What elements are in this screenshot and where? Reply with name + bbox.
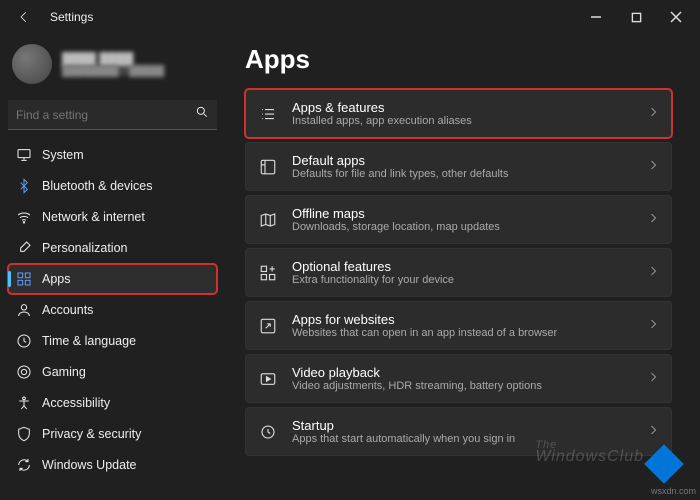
card-title: Default apps [292, 153, 508, 168]
attribution: wsxdn.com [651, 486, 696, 496]
maximize-button[interactable] [616, 3, 656, 31]
card-title: Apps & features [292, 100, 472, 115]
card-title: Optional features [292, 259, 454, 274]
page-heading: Apps [245, 44, 672, 75]
back-button[interactable] [10, 3, 38, 31]
sidebar-item-label: Personalization [42, 241, 127, 255]
chevron-right-icon [647, 158, 659, 176]
sidebar-item-accounts[interactable]: Accounts [8, 295, 217, 325]
close-button[interactable] [656, 3, 696, 31]
card-optional-features[interactable]: Optional featuresExtra functionality for… [245, 248, 672, 297]
gaming-icon [16, 364, 32, 380]
sidebar-item-label: System [42, 148, 84, 162]
sidebar-item-label: Accessibility [42, 396, 110, 410]
card-title: Offline maps [292, 206, 500, 221]
card-sub: Defaults for file and link types, other … [292, 168, 508, 180]
card-video-playback[interactable]: Video playbackVideo adjustments, HDR str… [245, 354, 672, 403]
video-icon [258, 369, 278, 389]
chevron-right-icon [647, 423, 659, 441]
chevron-right-icon [647, 211, 659, 229]
nav: System Bluetooth & devices Network & int… [8, 140, 217, 480]
sidebar-item-apps[interactable]: Apps [8, 264, 217, 294]
profile-name: ████ ████ [62, 52, 164, 66]
chevron-right-icon [647, 264, 659, 282]
sidebar-item-label: Privacy & security [42, 427, 141, 441]
window-title: Settings [50, 10, 93, 24]
card-sub: Websites that can open in an app instead… [292, 327, 557, 339]
sidebar-item-label: Accounts [42, 303, 93, 317]
sidebar-item-network[interactable]: Network & internet [8, 202, 217, 232]
list-icon [258, 104, 278, 124]
sidebar-item-system[interactable]: System [8, 140, 217, 170]
search-icon [195, 105, 209, 124]
card-apps-features[interactable]: Apps & featuresInstalled apps, app execu… [245, 89, 672, 138]
chevron-right-icon [647, 317, 659, 335]
accessibility-icon [16, 395, 32, 411]
update-icon [16, 457, 32, 473]
sidebar-item-update[interactable]: Windows Update [8, 450, 217, 480]
person-icon [16, 302, 32, 318]
sidebar-item-label: Gaming [42, 365, 86, 379]
card-sub: Installed apps, app execution aliases [292, 115, 472, 127]
card-sub: Video adjustments, HDR streaming, batter… [292, 380, 542, 392]
sidebar-item-accessibility[interactable]: Accessibility [8, 388, 217, 418]
chevron-right-icon [647, 370, 659, 388]
card-sub: Apps that start automatically when you s… [292, 433, 515, 445]
sidebar-item-time[interactable]: Time & language [8, 326, 217, 356]
apps-icon [16, 271, 32, 287]
card-apps-websites[interactable]: Apps for websitesWebsites that can open … [245, 301, 672, 350]
clock-icon [16, 333, 32, 349]
card-sub: Downloads, storage location, map updates [292, 221, 500, 233]
search-box[interactable] [8, 100, 217, 130]
sidebar-item-label: Network & internet [42, 210, 145, 224]
default-apps-icon [258, 157, 278, 177]
plus-grid-icon [258, 263, 278, 283]
sidebar-item-label: Bluetooth & devices [42, 179, 153, 193]
titlebar: Settings [0, 0, 700, 34]
card-title: Startup [292, 418, 515, 433]
main-content: Apps Apps & featuresInstalled apps, app … [225, 34, 700, 500]
system-icon [16, 147, 32, 163]
profile[interactable]: ████ ████ ████████@█████ [8, 40, 217, 96]
map-icon [258, 210, 278, 230]
minimize-button[interactable] [576, 3, 616, 31]
open-app-icon [258, 316, 278, 336]
card-offline-maps[interactable]: Offline mapsDownloads, storage location,… [245, 195, 672, 244]
card-title: Apps for websites [292, 312, 557, 327]
avatar [12, 44, 52, 84]
startup-icon [258, 422, 278, 442]
sidebar-item-personalization[interactable]: Personalization [8, 233, 217, 263]
card-sub: Extra functionality for your device [292, 274, 454, 286]
wifi-icon [16, 209, 32, 225]
sidebar-item-label: Windows Update [42, 458, 137, 472]
sidebar-item-label: Time & language [42, 334, 136, 348]
card-startup[interactable]: StartupApps that start automatically whe… [245, 407, 672, 456]
paint-icon [16, 240, 32, 256]
card-default-apps[interactable]: Default appsDefaults for file and link t… [245, 142, 672, 191]
search-input[interactable] [16, 108, 195, 122]
sidebar-item-privacy[interactable]: Privacy & security [8, 419, 217, 449]
shield-icon [16, 426, 32, 442]
sidebar-item-label: Apps [42, 272, 71, 286]
sidebar-item-gaming[interactable]: Gaming [8, 357, 217, 387]
chevron-right-icon [647, 105, 659, 123]
sidebar: ████ ████ ████████@█████ System Bluetoot… [0, 34, 225, 500]
profile-email: ████████@█████ [62, 66, 164, 77]
sidebar-item-bluetooth[interactable]: Bluetooth & devices [8, 171, 217, 201]
bluetooth-icon [16, 178, 32, 194]
card-title: Video playback [292, 365, 542, 380]
